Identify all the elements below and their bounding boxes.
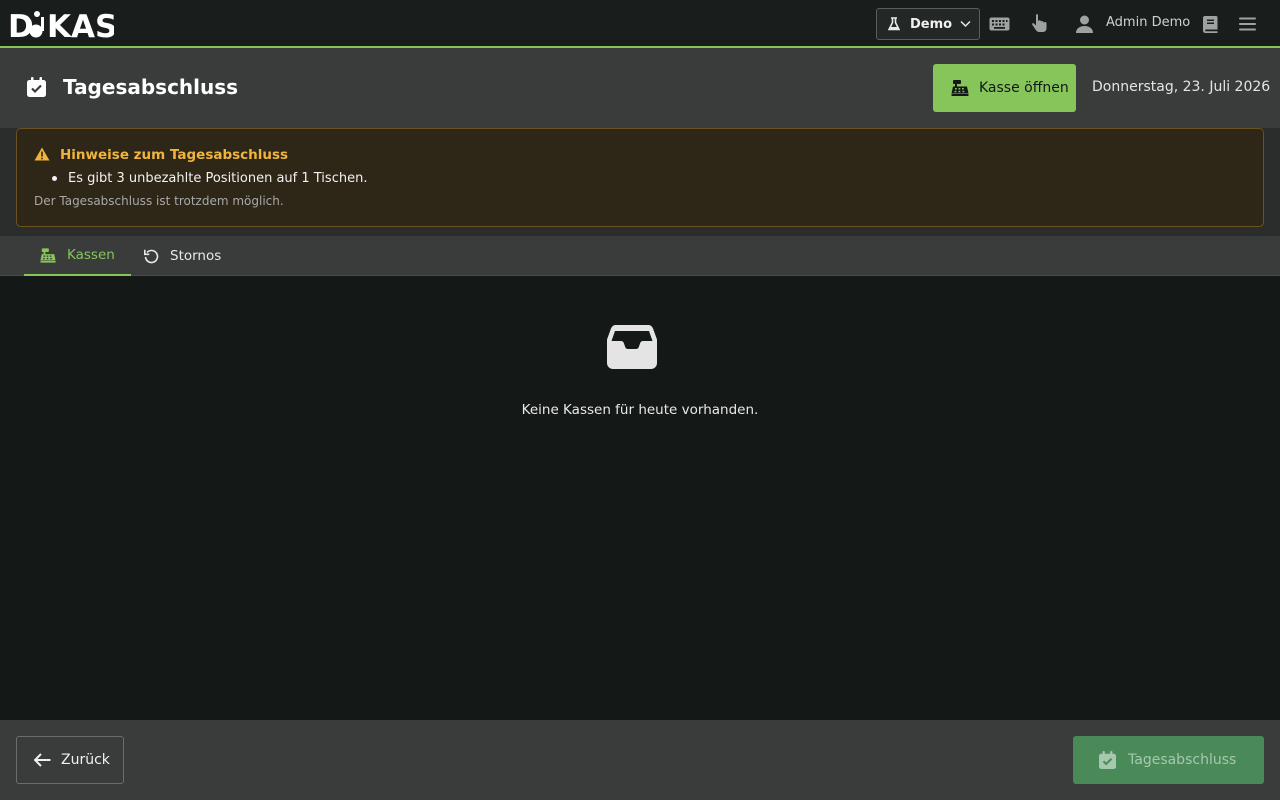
warning-note: Der Tagesabschluss ist trotzdem möglich. <box>34 194 284 208</box>
warning-list-item: Es gibt 3 unbezahlte Positionen auf 1 Ti… <box>52 171 367 186</box>
open-register-label: Kasse öffnen <box>979 80 1069 96</box>
empty-state-text: Keine Kassen für heute vorhanden. <box>521 402 759 418</box>
environment-select[interactable]: Demo <box>876 8 980 40</box>
environment-select-label: Demo <box>910 16 953 32</box>
page-header: Tagesabschluss Kasse öffnen Donnerstag, … <box>0 48 1280 128</box>
undo-icon <box>144 249 159 264</box>
keyboard-icon[interactable] <box>988 14 1010 34</box>
warning-icon <box>34 147 50 161</box>
user-icon[interactable] <box>1073 14 1095 34</box>
user-name[interactable]: Admin Demo <box>1106 15 1190 30</box>
flask-icon <box>888 17 900 31</box>
warning-item-text: Es gibt 3 unbezahlte Positionen auf 1 Ti… <box>68 171 368 186</box>
close-day-button[interactable]: Tagesabschluss <box>1073 736 1264 784</box>
calendar-check-icon <box>1099 751 1116 769</box>
logo-graphic: D KAS <box>8 9 117 45</box>
top-bar: D KAS Demo Admin Demo <box>0 0 1280 48</box>
svg-text:D: D <box>8 9 34 42</box>
page-title: Tagesabschluss <box>63 75 239 99</box>
footer-bar: Zurück Tagesabschluss <box>0 720 1280 800</box>
tab-stornos[interactable]: Stornos <box>143 236 231 276</box>
tab-label: Stornos <box>170 248 222 264</box>
arrow-left-icon <box>34 753 51 767</box>
tab-kassen[interactable]: Kassen <box>24 236 131 276</box>
close-day-button-label: Tagesabschluss <box>1128 752 1237 768</box>
calendar-check-icon <box>27 77 46 97</box>
cash-register-icon <box>40 247 56 263</box>
app-logo[interactable]: D KAS <box>8 6 118 45</box>
chevron-down-icon <box>960 20 971 28</box>
svg-text:KAS: KAS <box>47 9 114 42</box>
current-date: Donnerstag, 23. Juli 2026 <box>1092 79 1271 95</box>
menu-icon[interactable] <box>1236 14 1258 34</box>
tab-label: Kassen <box>67 247 115 263</box>
bullet <box>52 176 57 181</box>
warning-list: Es gibt 3 unbezahlte Positionen auf 1 Ti… <box>52 171 367 186</box>
warning-title: Hinweise zum Tagesabschluss <box>60 147 289 163</box>
cash-register-icon <box>951 80 969 96</box>
warning-section: Hinweise zum Tagesabschluss Es gibt 3 un… <box>0 128 1280 236</box>
back-button[interactable]: Zurück <box>16 736 124 784</box>
tab-bar: Kassen Stornos <box>0 236 1280 276</box>
open-register-button[interactable]: Kasse öffnen <box>933 64 1076 112</box>
book-icon[interactable] <box>1199 14 1221 34</box>
touch-icon[interactable] <box>1028 14 1050 34</box>
inbox-icon <box>607 325 657 369</box>
back-button-label: Zurück <box>61 752 110 768</box>
warning-alert: Hinweise zum Tagesabschluss Es gibt 3 un… <box>16 128 1264 227</box>
